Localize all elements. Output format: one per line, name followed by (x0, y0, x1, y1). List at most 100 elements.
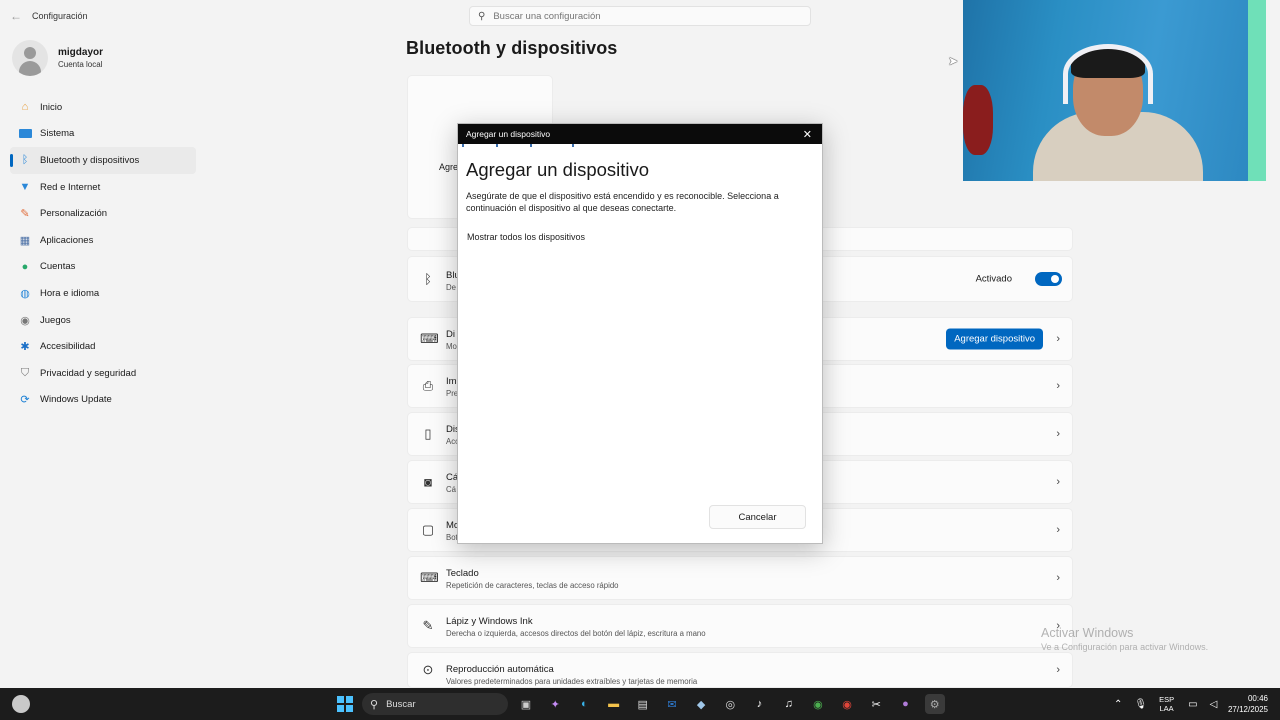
row-subtitle: Repetición de caracteres, teclas de acce… (446, 581, 619, 590)
copilot-icon[interactable]: ✦ (545, 694, 565, 714)
search-icon: ⚲ (478, 10, 486, 22)
close-icon[interactable]: ✕ (803, 128, 812, 141)
clock-date: 27/12/2025 (1227, 705, 1268, 714)
sidebar-item-label: Cuentas (40, 261, 76, 273)
start-button[interactable] (337, 696, 353, 712)
sidebar-item-label: Privacidad y seguridad (40, 367, 137, 379)
sidebar-item-privacidad[interactable]: ⛉ Privacidad y seguridad (10, 360, 196, 387)
add-device-button[interactable]: Agregar dispositivo (946, 328, 1043, 350)
language-code: ESP (1159, 695, 1175, 704)
back-arrow-icon[interactable]: ← (0, 9, 32, 23)
github-icon[interactable]: ◎ (720, 694, 740, 714)
sidebar-item-hora[interactable]: ◍ Hora e idioma (10, 280, 196, 307)
chrome-icon[interactable]: ◉ (808, 694, 828, 714)
outlook-icon[interactable]: ✉ (662, 694, 682, 714)
keyboard-row[interactable]: ⌨ Teclado Repetición de caracteres, tecl… (407, 556, 1073, 600)
dialog-title-bar: Agregar un dispositivo (458, 124, 822, 144)
settings-search-box[interactable]: ⚲ (469, 6, 811, 26)
sidebar-item-label: Inicio (40, 101, 63, 113)
background-light (1248, 0, 1266, 181)
add-device-dialog: Agregar un dispositivo ✕ Agregar un disp… (457, 123, 823, 544)
row-subtitle: Mo (446, 342, 457, 351)
row-title: Im (446, 376, 457, 387)
sidebar-item-accesibilidad[interactable]: ✱ Accesibilidad (10, 333, 196, 360)
volume-icon[interactable]: ◁ (1210, 699, 1218, 710)
sidebar-item-inicio[interactable]: ⌂ Inicio (10, 94, 196, 121)
pen-ink-row[interactable]: ✎ Lápiz y Windows Ink Derecha o izquierd… (407, 604, 1073, 648)
settings-icon[interactable]: ⚙ (924, 694, 945, 714)
user-profile[interactable]: migdayor Cuenta local (12, 40, 103, 76)
steam-icon[interactable]: ◆ (691, 694, 711, 714)
dialog-description: Asegúrate de que el dispositivo está enc… (466, 191, 779, 213)
sidebar-item-cuentas[interactable]: ● Cuentas (10, 254, 196, 281)
wifi-icon: ▼ (19, 181, 31, 194)
sidebar-item-label: Bluetooth y dispositivos (40, 154, 140, 166)
widgets-icon[interactable] (12, 695, 30, 713)
sidebar-item-personalizacion[interactable]: ✎ Personalización (10, 200, 196, 227)
row-subtitle: De (446, 283, 456, 292)
tiktok-studio-icon[interactable]: ♫ (779, 694, 799, 714)
background-object (963, 85, 993, 155)
chat-app-icon[interactable]: ● (895, 694, 915, 714)
sidebar-item-label: Sistema (40, 128, 75, 140)
chevron-right-icon: › (1056, 524, 1060, 536)
network-icon[interactable]: ▭ (1188, 699, 1197, 710)
accessibility-icon: ✱ (20, 341, 30, 354)
row-subtitle: Derecha o izquierda, accesos directos de… (446, 629, 706, 638)
search-icon: ⚲ (370, 698, 379, 711)
file-explorer-icon[interactable]: ▬ (604, 694, 624, 714)
row-title: Di (446, 329, 455, 340)
bluetooth-toggle[interactable] (1035, 272, 1062, 286)
autoplay-icon: ⊙ (422, 662, 434, 677)
dialog-heading: Agregar un dispositivo (466, 159, 650, 180)
chevron-right-icon: › (1056, 380, 1060, 392)
sidebar-item-label: Aplicaciones (40, 234, 94, 246)
sidebar-item-aplicaciones[interactable]: ▦ Aplicaciones (10, 227, 196, 254)
autoplay-row[interactable]: ⊙ Reproducción automática Valores predet… (407, 652, 1073, 688)
edge-icon[interactable]: ◐ (574, 694, 594, 714)
sidebar-item-label: Personalización (40, 208, 108, 220)
shield-icon: ⛉ (20, 366, 30, 379)
cancel-button[interactable]: Cancelar (709, 505, 806, 529)
globe-icon: ◍ (20, 287, 30, 300)
sidebar-item-juegos[interactable]: ◉ Juegos (10, 307, 196, 334)
clock[interactable]: 00:46 27/12/2025 (1228, 693, 1268, 715)
app-title: Configuración (32, 11, 88, 21)
bluetooth-icon: ᛒ (424, 271, 432, 287)
gamepad-icon: ◉ (20, 314, 30, 327)
sidebar-item-label: Accesibilidad (40, 341, 96, 353)
taskbar: ⚲ Buscar ▣ ✦ ◐ ▬ ▤ ✉ ◆ ◎ ♪ ♫ ◉ ◉ ✂ ● ⚙ ⌃… (0, 688, 1280, 720)
chevron-right-icon: › (1056, 333, 1060, 345)
microphone-icon[interactable]: 🎙 (1134, 699, 1147, 710)
activation-watermark: Activar Windows Ve a Configuración para … (1041, 626, 1208, 652)
camera-icon: ◙ (424, 474, 432, 490)
language-indicator[interactable]: ESP LAA (1159, 695, 1174, 713)
taskbar-apps: ▣ ✦ ◐ ▬ ▤ ✉ ◆ ◎ ♪ ♫ ◉ ◉ ✂ ● ⚙ (516, 694, 954, 714)
mouse-cursor-icon: ➤ (948, 54, 959, 68)
store-icon[interactable]: ▤ (633, 694, 653, 714)
mouse-icon: ▢ (421, 522, 435, 537)
update-icon: ⟳ (20, 394, 30, 407)
account-type: Cuenta local (58, 60, 103, 69)
watermark-title: Activar Windows (1041, 626, 1134, 640)
chevron-up-icon[interactable]: ⌃ (1114, 699, 1122, 710)
task-view-icon[interactable]: ▣ (516, 694, 536, 714)
search-input[interactable] (493, 10, 794, 22)
capcut-icon[interactable]: ✂ (866, 694, 886, 714)
chrome-profile-icon[interactable]: ◉ (837, 694, 857, 714)
sidebar-item-label: Hora e idioma (40, 287, 100, 299)
devices-icon: ⌨ (420, 331, 439, 346)
webcam-overlay (963, 0, 1266, 181)
home-icon: ⌂ (21, 101, 29, 114)
taskbar-search[interactable]: ⚲ Buscar (362, 693, 508, 715)
sidebar-item-sistema[interactable]: Sistema (10, 121, 196, 148)
dialog-bar-title: Agregar un dispositivo (466, 129, 551, 139)
show-all-devices-link[interactable]: Mostrar todos los dispositivos (467, 232, 585, 242)
apps-icon: ▦ (19, 234, 31, 247)
sidebar-item-bluetooth[interactable]: ᛒ Bluetooth y dispositivos (10, 147, 196, 174)
loading-indicator (460, 144, 580, 147)
sidebar-item-windows-update[interactable]: ⟳ Windows Update (10, 387, 196, 414)
tiktok-icon[interactable]: ♪ (750, 694, 770, 714)
sidebar-item-red[interactable]: ▼ Red e Internet (10, 174, 196, 201)
keyboard-layout: LAA (1159, 704, 1174, 713)
